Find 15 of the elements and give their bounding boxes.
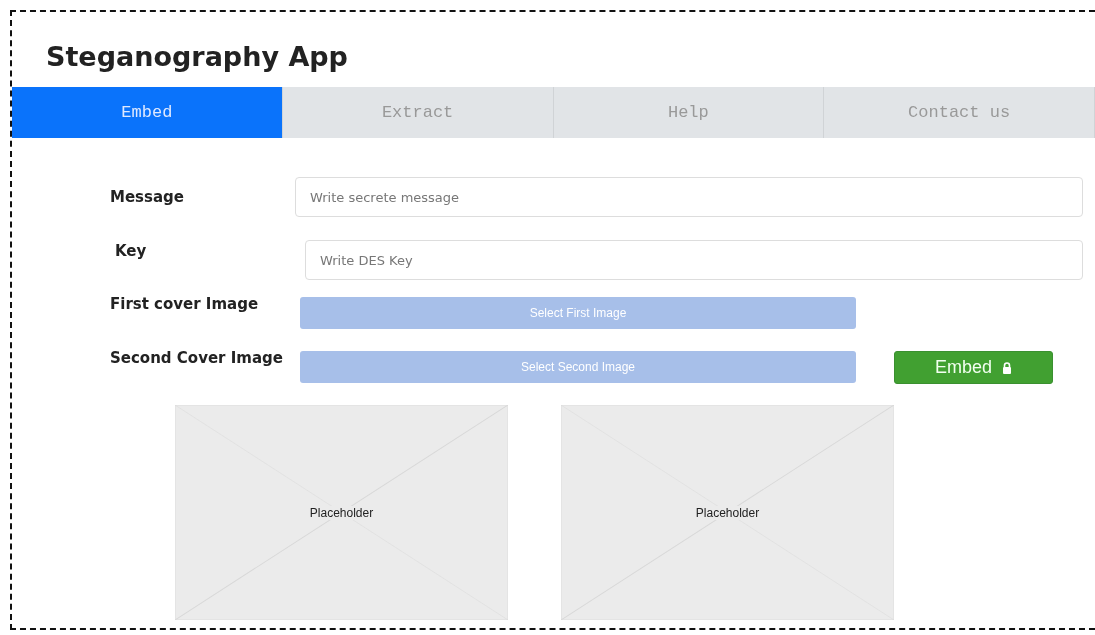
tab[interactable]: Contact us <box>824 87 1095 138</box>
file-select-button[interactable]: Select First Image <box>300 297 856 329</box>
tab[interactable]: Extract <box>282 87 554 138</box>
file-select-button[interactable]: Select Second Image <box>300 351 856 383</box>
text-field[interactable]: Write DES Key <box>305 240 1083 280</box>
field-label: Key <box>114 241 148 260</box>
tab[interactable]: Help <box>553 87 825 138</box>
field-label: Message <box>110 188 185 206</box>
embed-button[interactable]: Embed <box>894 351 1053 384</box>
tab[interactable]: Embed <box>12 87 283 138</box>
field-label: First cover Image <box>110 295 260 313</box>
text-field[interactable]: Write secrete message <box>295 177 1083 217</box>
lock-icon <box>1002 361 1012 374</box>
field-label: Second Cover Image <box>110 349 284 367</box>
app-title: Steganography App <box>45 40 349 74</box>
